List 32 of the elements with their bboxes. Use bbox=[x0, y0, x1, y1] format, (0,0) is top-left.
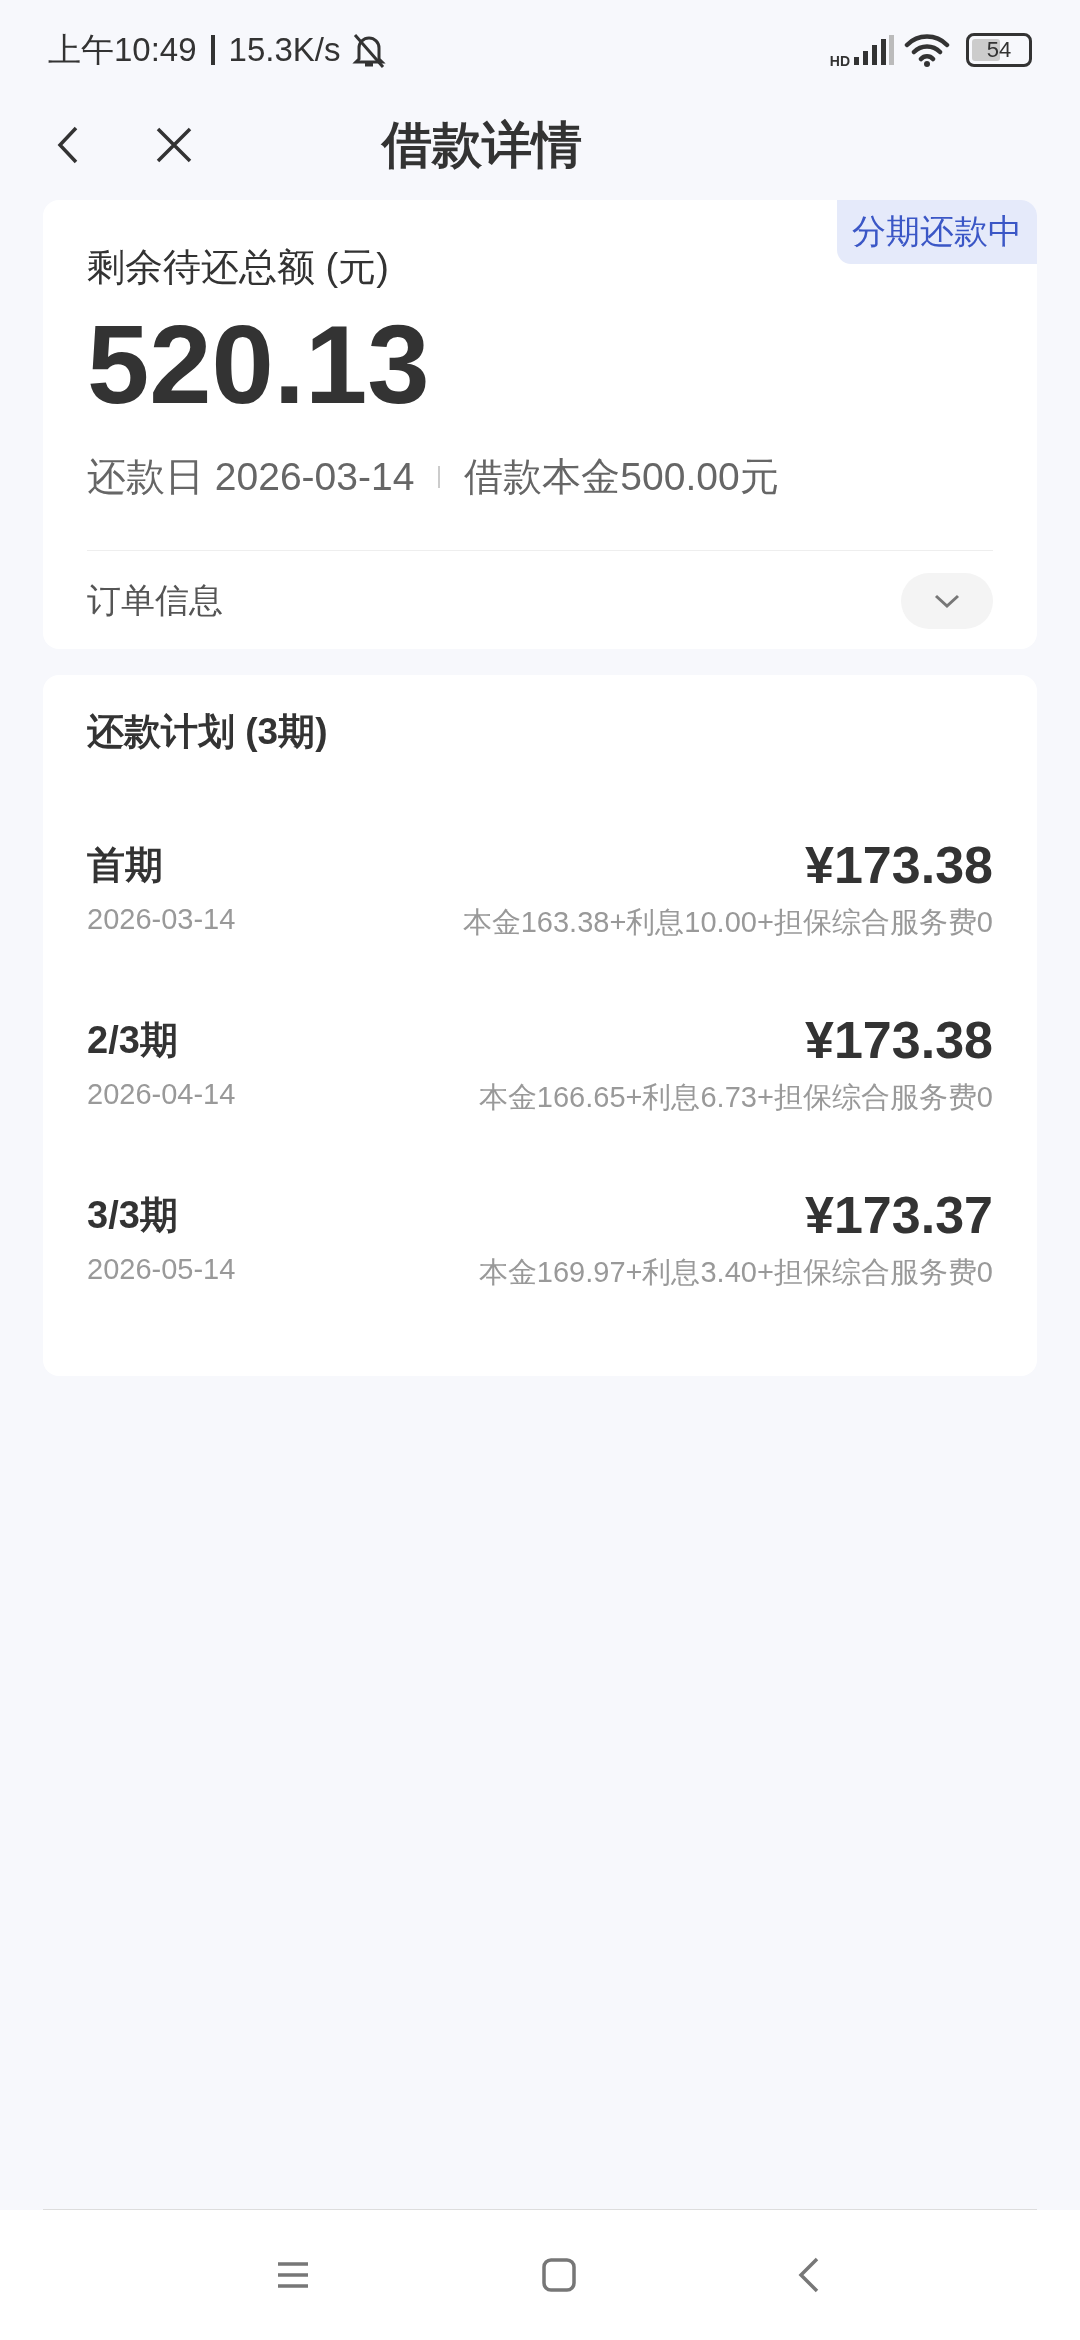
network-speed: 15.3K/s bbox=[228, 31, 341, 69]
network-type: HD bbox=[829, 53, 850, 69]
remaining-amount: 520.13 bbox=[87, 303, 431, 427]
remaining-label: 剩余待还总额 (元) bbox=[87, 245, 390, 290]
due-date: 2026-04-14 bbox=[87, 1078, 236, 1112]
page-title: 借款详情 bbox=[382, 115, 582, 175]
period-label: 首期 bbox=[87, 843, 164, 889]
battery-icon: 54 bbox=[966, 33, 1032, 67]
due-date: 还款日 2026-03-14 bbox=[87, 454, 415, 501]
installment-amount: ¥173.37 bbox=[805, 1187, 993, 1244]
amount-breakdown: 本金166.65+利息6.73+担保综合服务费0 bbox=[478, 1080, 993, 1116]
due-date: 2026-03-14 bbox=[87, 903, 236, 937]
close-icon[interactable] bbox=[156, 127, 192, 163]
amount-breakdown: 本金163.38+利息10.00+担保综合服务费0 bbox=[462, 905, 993, 941]
installment-amount: ¥173.38 bbox=[805, 1012, 993, 1069]
menu-icon[interactable] bbox=[276, 2261, 310, 2289]
chevron-icon bbox=[933, 592, 961, 611]
loan-principal: 借款本金500.00元 bbox=[464, 454, 779, 501]
period-label: 3/3期 bbox=[87, 1193, 179, 1239]
status-time: 上午10:49 bbox=[48, 29, 197, 70]
plan-title: 还款计划 (3期) bbox=[87, 710, 329, 755]
amount-breakdown: 本金169.97+利息3.40+担保综合服务费0 bbox=[478, 1255, 993, 1291]
wifi-icon bbox=[904, 33, 950, 67]
bell-off-icon bbox=[350, 31, 387, 69]
installment-amount: ¥173.38 bbox=[805, 837, 993, 894]
back-icon[interactable] bbox=[56, 125, 80, 165]
signal-icon bbox=[854, 35, 894, 65]
order-info-label: 订单信息 bbox=[87, 580, 223, 622]
home-icon[interactable] bbox=[542, 2258, 576, 2292]
status-badge: 分期还款中 bbox=[837, 200, 1037, 264]
period-label: 2/3期 bbox=[87, 1018, 179, 1064]
due-date: 2026-05-14 bbox=[87, 1253, 236, 1287]
